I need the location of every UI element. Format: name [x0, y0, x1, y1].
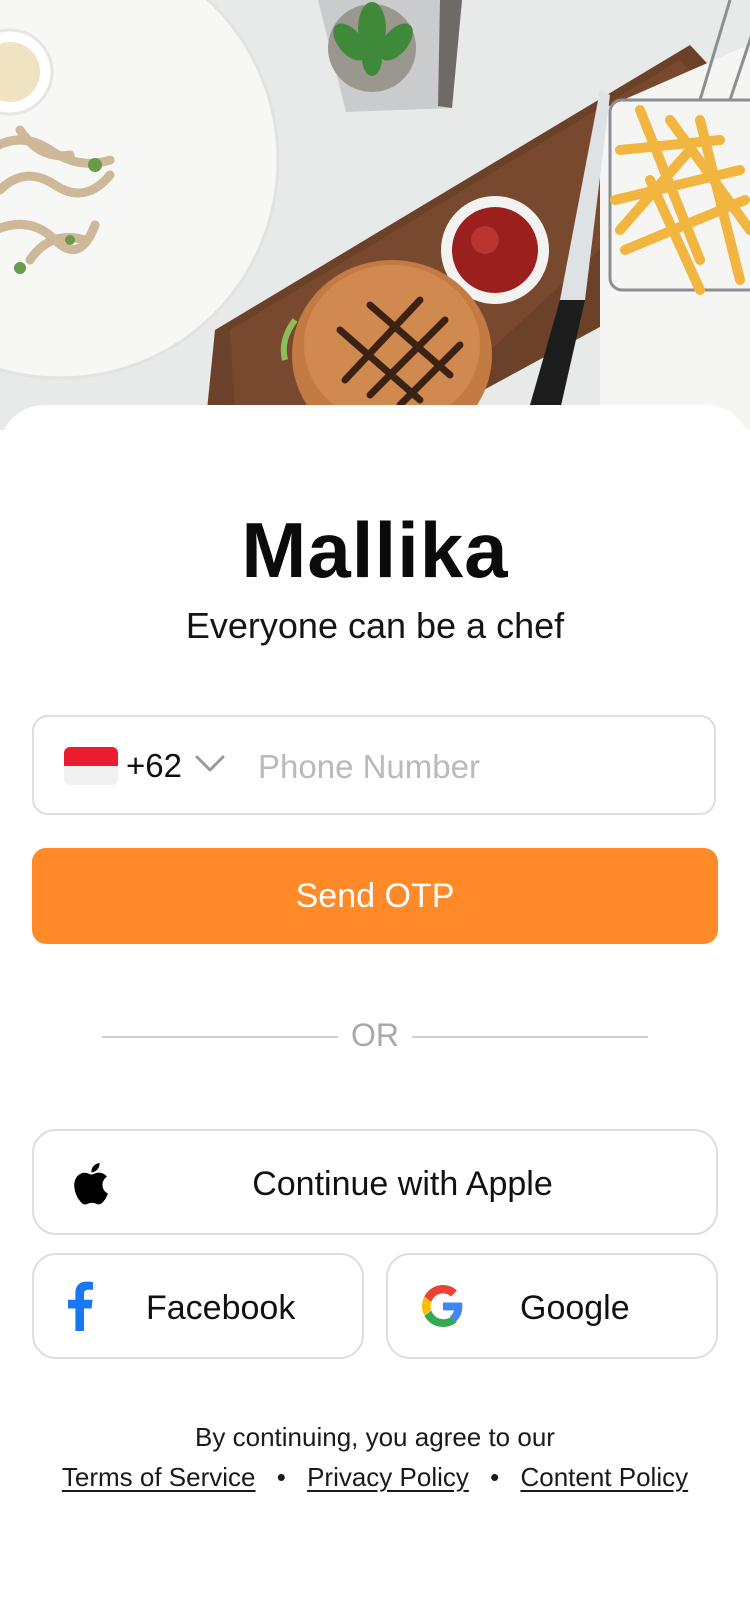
facebook-icon [68, 1281, 93, 1331]
country-dial-code[interactable]: +62 [126, 747, 182, 785]
app-tagline: Everyone can be a chef [185, 605, 565, 646]
continue-with-apple-button[interactable]: Continue with Apple [32, 1129, 718, 1235]
divider-line-right [412, 1036, 648, 1038]
separator-dot: • [490, 1462, 500, 1492]
google-button-label: Google [520, 1289, 630, 1327]
app-title: Mallika [241, 506, 509, 594]
hero-food-image [0, 0, 750, 430]
legal-intro-text: By continuing, you agree to our [195, 1422, 555, 1452]
terms-of-service-link[interactable]: Terms of Service [62, 1462, 256, 1492]
login-card: Mallika Everyone can be a chef +62 Send … [0, 405, 750, 1624]
chevron-down-icon[interactable] [194, 751, 226, 777]
facebook-button-label: Facebook [146, 1289, 296, 1327]
google-icon [422, 1285, 463, 1327]
apple-button-label: Continue with Apple [252, 1165, 553, 1203]
indonesia-flag-icon[interactable] [64, 747, 118, 785]
separator-dot: • [276, 1462, 286, 1492]
google-login-button[interactable]: Google [386, 1253, 718, 1359]
content-policy-link[interactable]: Content Policy [520, 1462, 688, 1492]
phone-number-input[interactable] [256, 737, 700, 797]
send-otp-button[interactable]: Send OTP [32, 848, 718, 944]
phone-number-field[interactable]: +62 [32, 715, 716, 815]
facebook-login-button[interactable]: Facebook [32, 1253, 364, 1359]
privacy-policy-link[interactable]: Privacy Policy [307, 1462, 469, 1492]
legal-links: Terms of Service • Privacy Policy • Cont… [0, 1462, 750, 1493]
